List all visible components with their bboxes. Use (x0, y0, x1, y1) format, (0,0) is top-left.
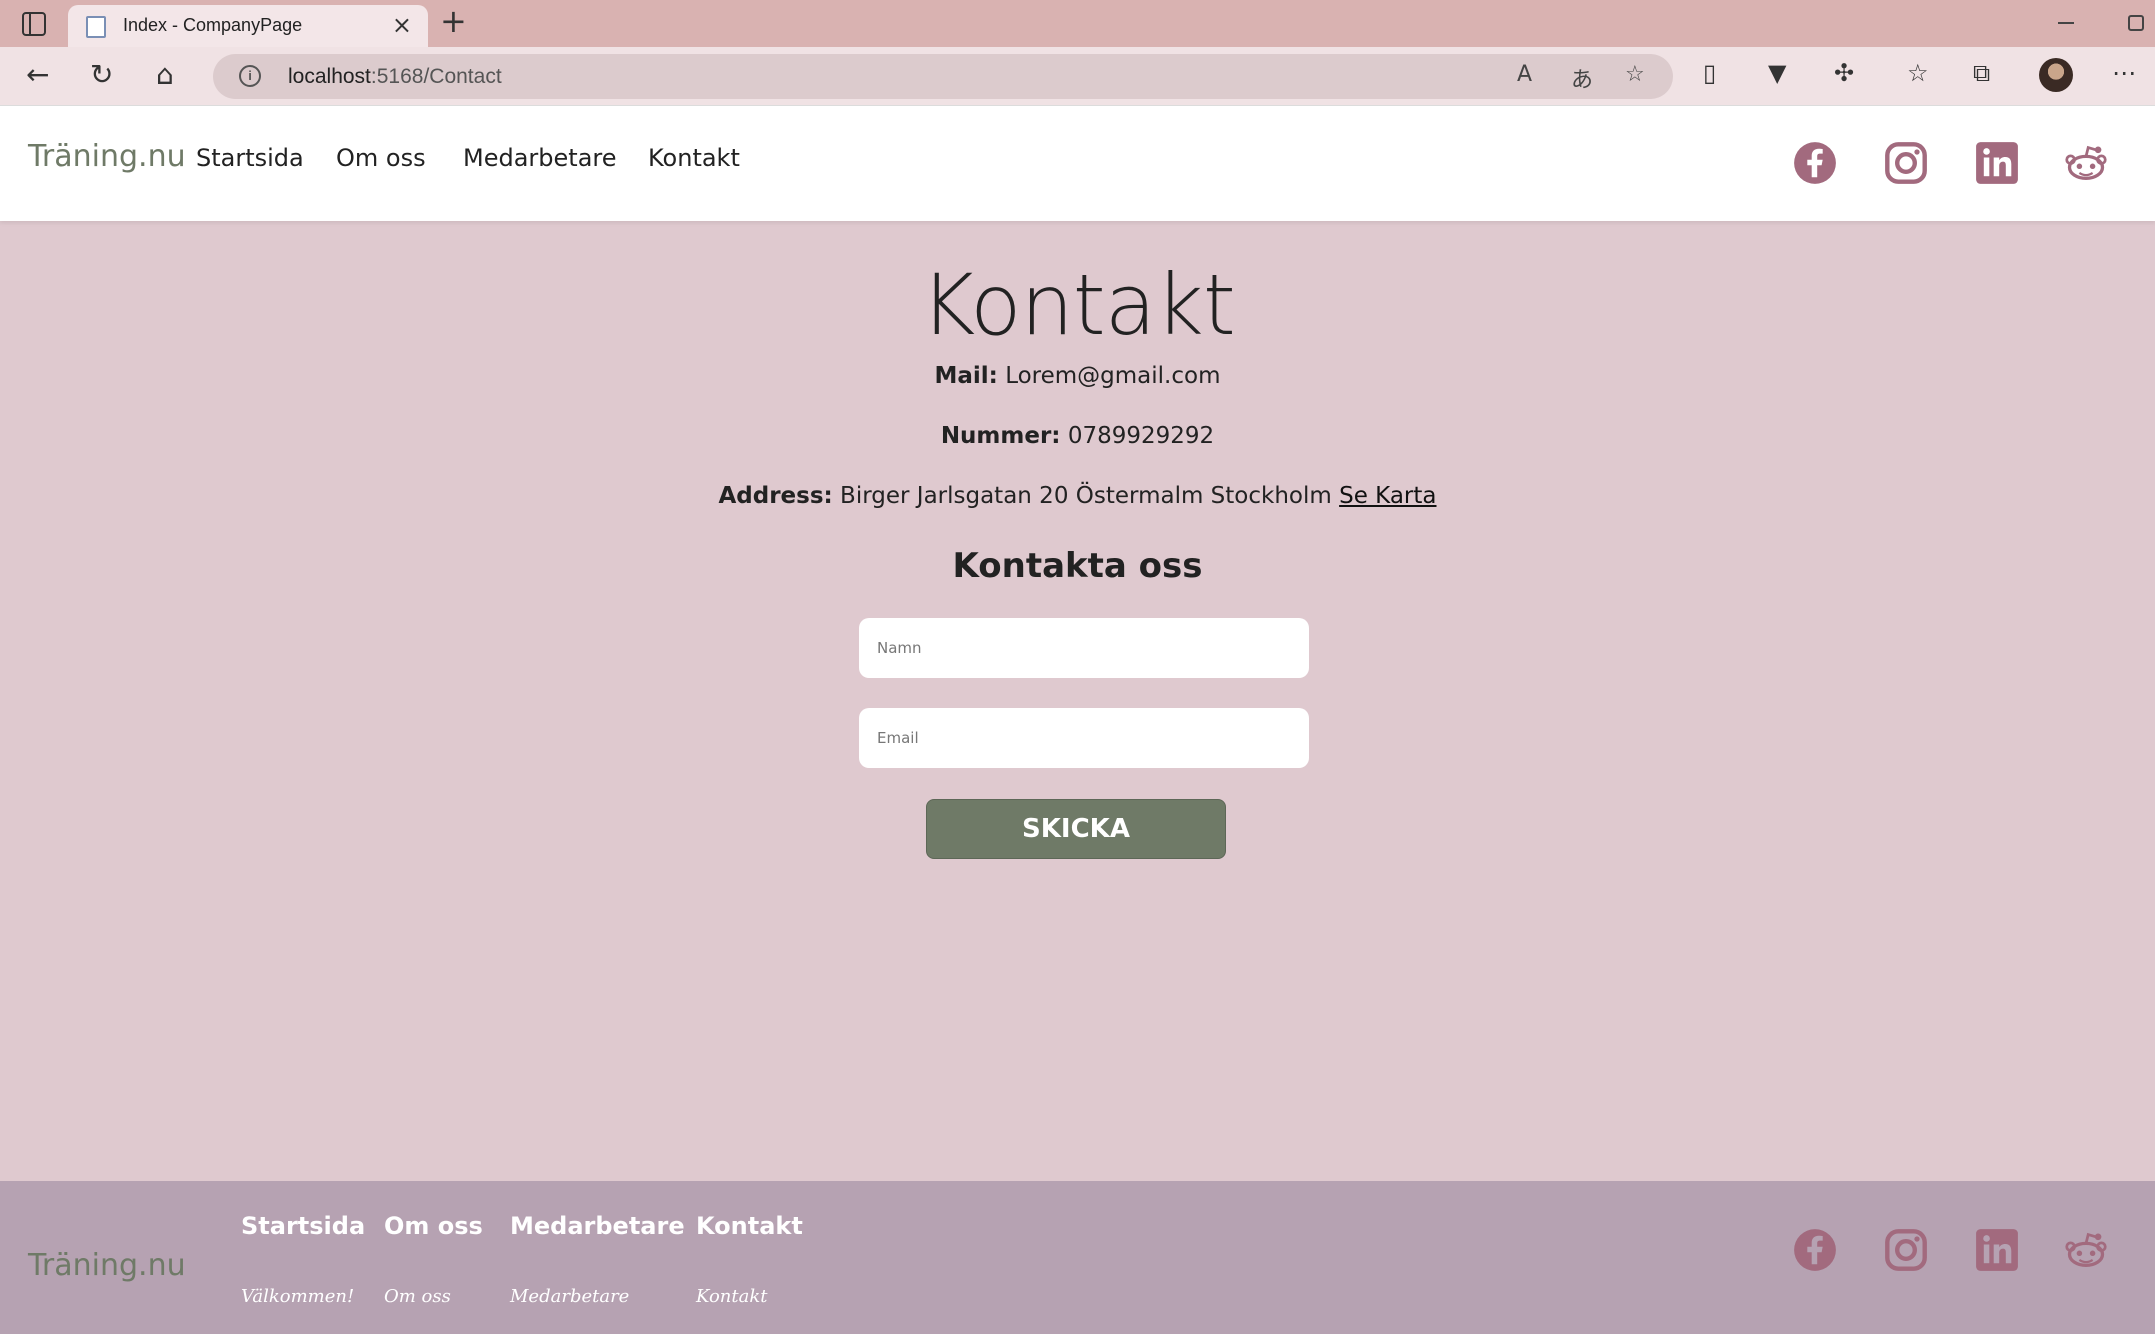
nav-medarbetare[interactable]: Medarbetare (463, 144, 617, 172)
refresh-icon[interactable]: ↻ (90, 57, 113, 93)
address-value: Birger Jarlsgatan 20 Östermalm Stockholm (840, 483, 1332, 509)
email-field[interactable] (859, 708, 1309, 768)
mail-label: Mail: (934, 363, 998, 389)
browser-tab-active[interactable]: Index - CompanyPage × (68, 5, 428, 47)
footer-link-kontakt[interactable]: Kontakt (696, 1286, 768, 1307)
nav-startsida[interactable]: Startsida (196, 144, 304, 172)
contact-page: Kontakt Mail: Lorem@gmail.com Nummer: 07… (0, 221, 2155, 1181)
submit-button[interactable]: SKICKA (926, 799, 1226, 859)
number-value: 0789929292 (1067, 423, 1215, 449)
site-header: Träning.nu Startsida Om oss Medarbetare … (0, 106, 2155, 221)
instagram-icon[interactable] (1884, 141, 1928, 185)
address-url[interactable]: localhost:5168/Contact (288, 65, 502, 89)
minimize-window-icon[interactable] (2058, 22, 2074, 24)
back-arrow-icon[interactable]: ← (26, 57, 49, 93)
brand-logo[interactable]: Träning.nu (28, 139, 186, 174)
form-title: Kontakta oss (952, 546, 1203, 586)
translate-icon[interactable]: あ (1571, 62, 1593, 94)
address-bar[interactable]: i localhost:5168/Contact A あ ☆ (213, 54, 1673, 99)
footer-brand[interactable]: Träning.nu (28, 1248, 186, 1283)
browser-toolbar: ← ↻ ⌂ i localhost:5168/Contact A あ ☆ ▯ ▼… (0, 47, 2155, 106)
mail-line: Mail: Lorem@gmail.com (0, 363, 2155, 389)
more-menu-icon[interactable]: ⋯ (2112, 59, 2136, 87)
tab-title: Index - CompanyPage (123, 15, 303, 35)
address-line: Address: Birger Jarlsgatan 20 Östermalm … (0, 483, 2155, 509)
nav-om-oss[interactable]: Om oss (336, 144, 426, 172)
extensions-puzzle-icon[interactable]: ✣ (1834, 59, 1854, 87)
footer-heading-startsida[interactable]: Startsida (241, 1212, 365, 1240)
linkedin-icon[interactable] (1975, 141, 2019, 185)
footer-heading-medarbetare[interactable]: Medarbetare (510, 1212, 685, 1240)
mail-value: Lorem@gmail.com (1005, 363, 1221, 389)
footer-instagram-icon[interactable] (1884, 1228, 1928, 1272)
footer-facebook-icon[interactable] (1793, 1228, 1837, 1272)
page-icon[interactable]: ▯ (1703, 59, 1716, 87)
site-footer: Träning.nu Startsida Välkommen! Om oss O… (0, 1181, 2155, 1334)
read-aloud-icon[interactable]: A (1517, 62, 1532, 87)
address-label: Address: (718, 483, 833, 509)
add-favorite-icon[interactable]: ☆ (1625, 62, 1645, 87)
page-title: Kontakt (920, 256, 1236, 354)
facebook-icon[interactable] (1793, 141, 1837, 185)
site-info-icon[interactable]: i (239, 65, 261, 87)
collections-icon[interactable]: ⧉ (1973, 59, 1990, 87)
maximize-window-icon[interactable] (2128, 15, 2144, 31)
home-icon[interactable]: ⌂ (156, 57, 174, 93)
see-map-link[interactable]: Se Karta (1339, 483, 1436, 509)
profile-avatar[interactable] (2039, 58, 2073, 92)
browser-tab-bar: Index - CompanyPage × + (0, 0, 2155, 47)
page-favicon-icon (86, 16, 106, 38)
close-tab-icon[interactable]: × (392, 11, 412, 39)
number-line: Nummer: 0789929292 (0, 423, 2155, 449)
tab-actions-icon[interactable] (22, 12, 46, 36)
footer-link-om-oss[interactable]: Om oss (384, 1286, 451, 1307)
favorites-icon[interactable]: ☆ (1907, 59, 1929, 87)
name-field[interactable] (859, 618, 1309, 678)
extension-v-icon[interactable]: ▼ (1768, 59, 1786, 87)
number-label: Nummer: (940, 423, 1061, 449)
reddit-icon[interactable] (2064, 141, 2108, 185)
new-tab-button[interactable]: + (440, 2, 467, 40)
footer-heading-kontakt[interactable]: Kontakt (696, 1212, 803, 1240)
footer-heading-om-oss[interactable]: Om oss (384, 1212, 483, 1240)
footer-link-medarbetare[interactable]: Medarbetare (510, 1286, 629, 1307)
footer-linkedin-icon[interactable] (1975, 1228, 2019, 1272)
footer-link-valkommen[interactable]: Välkommen! (241, 1286, 354, 1307)
footer-reddit-icon[interactable] (2064, 1228, 2108, 1272)
nav-kontakt[interactable]: Kontakt (648, 144, 740, 172)
